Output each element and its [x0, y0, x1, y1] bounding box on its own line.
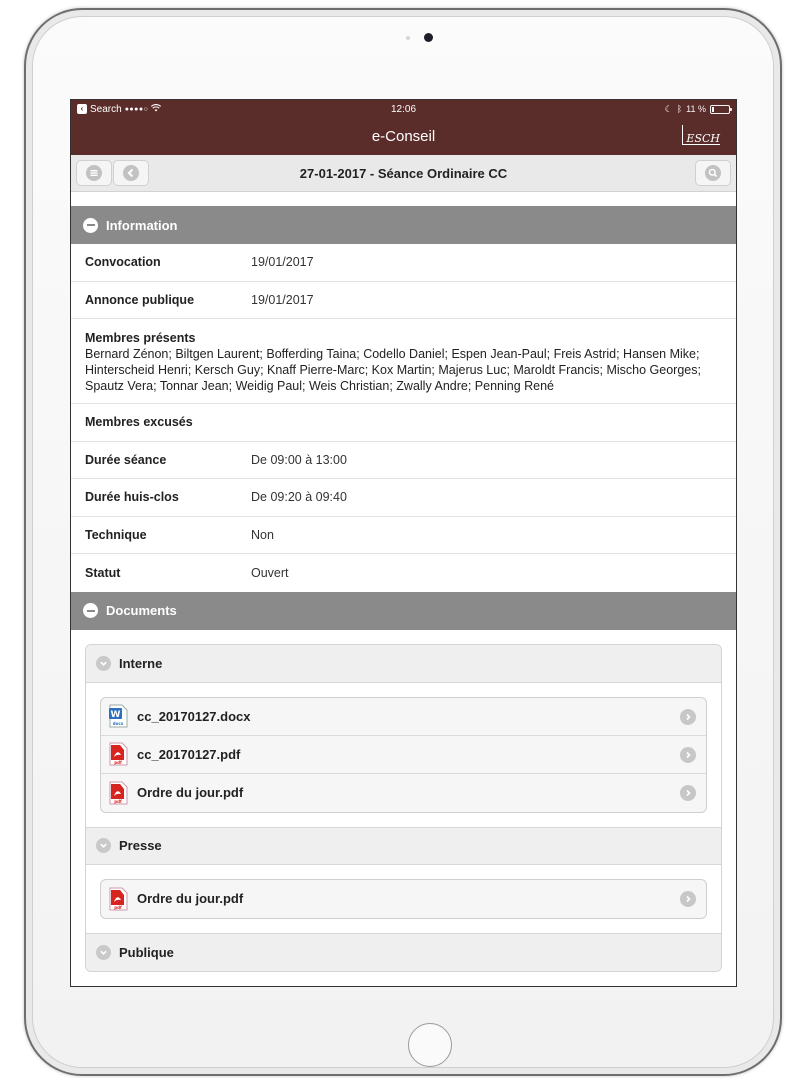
menu-button[interactable] [76, 160, 112, 186]
file-item[interactable]: pdf Ordre du jour.pdf [101, 774, 706, 812]
file-list: pdf Ordre du jour.pdf [100, 878, 707, 919]
documents-header-label: Documents [106, 603, 177, 618]
info-value: 19/01/2017 [251, 255, 314, 270]
app-header: e-Conseil ESCH [71, 118, 736, 155]
group-header-interne[interactable]: Interne [86, 644, 721, 683]
group-title: Presse [119, 838, 162, 853]
svg-text:pdf: pdf [114, 799, 122, 804]
group-body-presse: pdf Ordre du jour.pdf [86, 865, 721, 933]
info-row-annonce: Annonce publique 19/01/2017 [71, 282, 736, 319]
info-label: Annonce publique [85, 292, 195, 307]
info-label: Convocation [85, 255, 161, 270]
file-item[interactable]: pdf Ordre du jour.pdf [101, 880, 706, 918]
minus-icon [83, 217, 98, 233]
documents-collapsible-set: Interne Wdocx cc_20170127.docx pdf cc_20… [85, 643, 722, 972]
group-body-interne: Wdocx cc_20170127.docx pdf cc_20170127.p… [86, 683, 721, 827]
status-left[interactable]: ‹ Search ●●●●○ [77, 103, 162, 115]
back-to-app-label: Search [90, 103, 122, 115]
pdf-icon: pdf [107, 781, 129, 805]
search-button[interactable] [695, 160, 731, 186]
chevron-right-icon [680, 784, 696, 801]
chevron-right-icon [680, 890, 696, 907]
chevron-right-icon [680, 746, 696, 763]
home-button[interactable] [408, 1023, 452, 1067]
search-icon [705, 165, 721, 181]
documents-section-header[interactable]: Documents [71, 591, 736, 630]
battery-percentage: 11 % [686, 104, 706, 114]
file-name: Ordre du jour.pdf [137, 785, 244, 800]
file-list: Wdocx cc_20170127.docx pdf cc_20170127.p… [100, 696, 707, 813]
file-name: cc_20170127.docx [137, 708, 251, 724]
svg-text:pdf: pdf [114, 905, 122, 910]
info-label: Statut [85, 565, 121, 580]
information-header-label: Information [106, 217, 178, 233]
minus-icon [83, 603, 98, 618]
page-title: 27-01-2017 - Séance Ordinaire CC [299, 165, 508, 181]
info-row-duree-seance: Durée séance De 09:00 à 13:00 [71, 442, 736, 479]
toolbar: 27-01-2017 - Séance Ordinaire CC [71, 155, 736, 192]
info-value: 19/01/2017 [251, 292, 314, 307]
file-item[interactable]: Wdocx cc_20170127.docx [101, 698, 706, 736]
info-value: De 09:20 à 09:40 [251, 490, 347, 505]
info-row-duree-huis-clos: Durée huis-clos De 09:20 à 09:40 [71, 479, 736, 517]
info-label: Durée séance [85, 452, 167, 467]
word-doc-icon: Wdocx [107, 704, 129, 728]
signal-strength-icon: ●●●●○ [124, 105, 149, 113]
chevron-right-icon [680, 708, 696, 725]
front-camera [424, 33, 433, 42]
info-value: De 09:00 à 13:00 [251, 452, 347, 467]
info-row-members-excused: Membres excusés [71, 404, 736, 442]
info-label: Membres excusés [85, 415, 193, 430]
members-present-block: Membres présents Bernard Zénon; Biltgen … [71, 319, 736, 404]
chevron-down-icon [96, 655, 111, 671]
svg-text:docx: docx [113, 721, 124, 726]
bluetooth-icon: ᛒ [676, 104, 683, 114]
esch-logo: ESCH [682, 125, 720, 145]
back-to-app-icon: ‹ [77, 104, 87, 114]
information-section-header[interactable]: Information [71, 206, 736, 244]
group-header-presse[interactable]: Presse [86, 826, 721, 865]
info-row-statut: Statut Ouvert [71, 554, 736, 592]
documents-area: Interne Wdocx cc_20170127.docx pdf cc_20… [71, 630, 736, 972]
light-sensor [406, 36, 410, 40]
group-title: Publique [119, 944, 174, 960]
info-row-convocation: Convocation 19/01/2017 [71, 244, 736, 282]
members-present-list: Bernard Zénon; Biltgen Laurent; Bofferdi… [85, 347, 701, 393]
status-time: 12:06 [390, 103, 417, 115]
wifi-icon [151, 103, 162, 115]
pdf-icon: pdf [107, 742, 129, 766]
group-header-publique[interactable]: Publique [86, 932, 721, 971]
members-present-label: Membres présents [85, 331, 196, 345]
chevron-down-icon [96, 838, 111, 853]
chevron-left-icon [123, 165, 139, 181]
back-button[interactable] [113, 160, 149, 186]
file-name: Ordre du jour.pdf [137, 891, 244, 906]
chevron-down-icon [96, 944, 111, 960]
status-right: ☾ ᛒ 11 % [664, 103, 732, 115]
info-row-technique: Technique Non [71, 517, 736, 554]
svg-text:W: W [111, 710, 121, 720]
info-label: Technique [85, 527, 147, 542]
file-name: cc_20170127.pdf [137, 746, 241, 762]
file-item[interactable]: pdf cc_20170127.pdf [101, 736, 706, 774]
app-title: e-Conseil [371, 128, 436, 145]
info-value: Non [251, 527, 274, 542]
info-value: Ouvert [251, 565, 289, 580]
battery-icon [710, 104, 732, 114]
app-screen: ‹ Search ●●●●○ 12:06 ☾ ᛒ 11 % e-Conseil … [70, 99, 737, 987]
moon-icon: ☾ [664, 103, 673, 114]
group-title: Interne [119, 655, 163, 671]
svg-text:pdf: pdf [114, 760, 122, 765]
status-bar: ‹ Search ●●●●○ 12:06 ☾ ᛒ 11 % [71, 100, 736, 118]
menu-icon [86, 165, 102, 181]
info-label: Durée huis-clos [85, 490, 179, 505]
pdf-icon: pdf [107, 887, 129, 911]
